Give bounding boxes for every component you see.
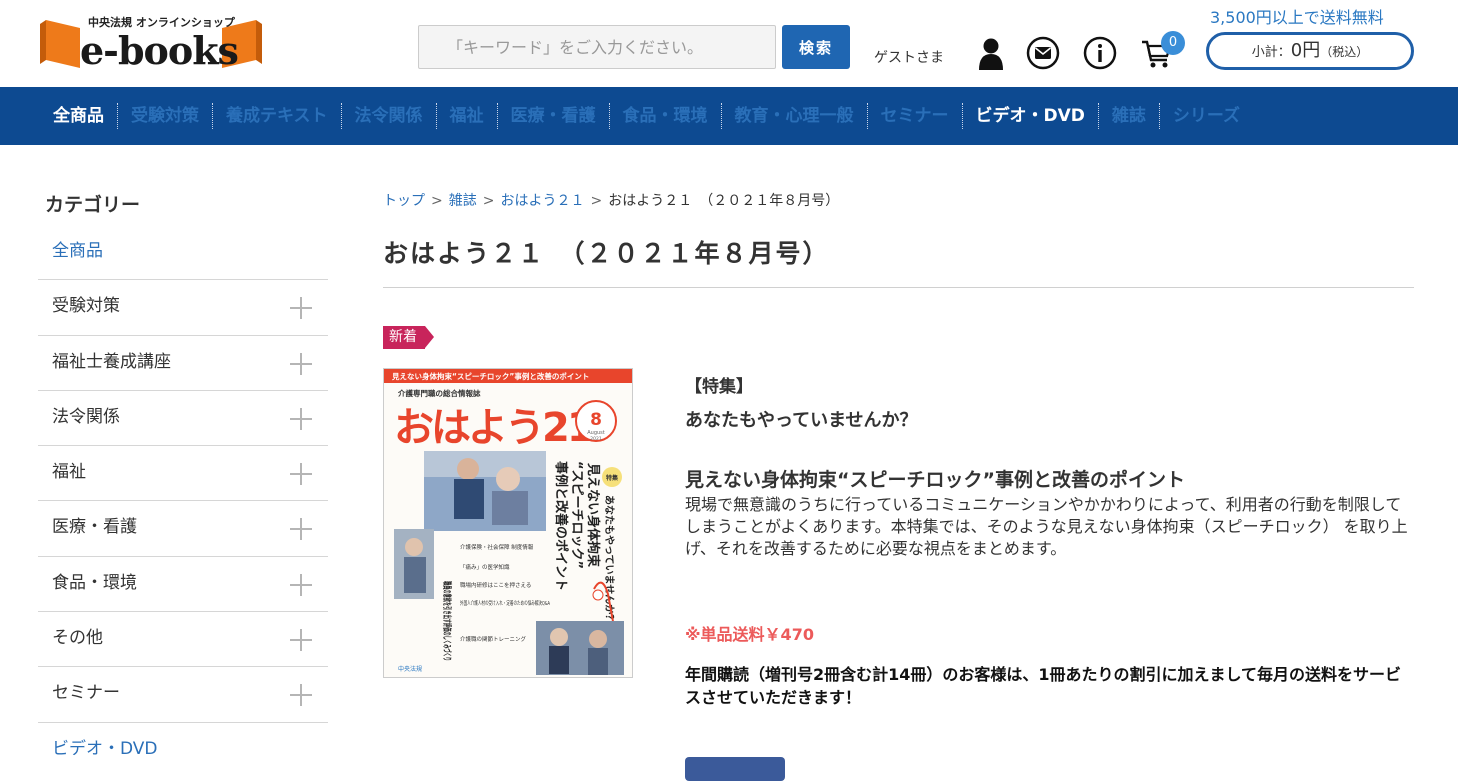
cover-side-text-3: 「痛み」の医学知識	[460, 563, 510, 571]
new-badge-label: 新着	[383, 326, 425, 349]
category-label: 福祉士養成講座	[52, 351, 171, 372]
cover-headline-1: 見えない身体拘束	[585, 462, 601, 568]
share-button[interactable]	[685, 757, 785, 781]
cover-title: おはよう21	[394, 405, 593, 451]
category-list: 全商品 受験対策 福祉士養成講座 法令関係 福祉 医療・看護 食品・環境 その他…	[38, 225, 328, 778]
cover-top-banner: 見えない身体拘束“スピーチロック”事例と改善のポイント	[391, 371, 589, 381]
nav-item-welfare[interactable]: 福祉	[435, 103, 497, 129]
main-nav: 全商品 受験対策 養成テキスト 法令関係 福祉 医療・看護 食品・環境 教育・心…	[0, 87, 1458, 145]
info-icon[interactable]	[1083, 36, 1117, 70]
nav-item-exam[interactable]: 受験対策	[117, 103, 212, 129]
feature-headline: 見えない身体拘束“スピーチロック”事例と改善のポイント	[685, 469, 1185, 491]
category-label: 福祉	[52, 462, 86, 483]
plus-icon[interactable]	[290, 463, 312, 486]
category-label: 食品・環境	[52, 572, 137, 593]
search-button[interactable]: 検索	[782, 25, 850, 69]
mail-icon[interactable]	[1026, 36, 1060, 70]
plus-icon[interactable]	[290, 684, 312, 707]
feature-tag: 【特集】	[685, 377, 753, 397]
cover-headline-3: 事例と改善のポイント	[553, 461, 569, 591]
cover-side-text-5: 外国人介護人材の受け入れ・定着のための悩み解決Q&A	[460, 599, 550, 607]
nav-item-food[interactable]: 食品・環境	[608, 103, 721, 129]
category-label: 法令関係	[52, 406, 120, 427]
user-icon[interactable]	[974, 36, 1008, 70]
category-label: ビデオ・DVD	[52, 738, 158, 759]
category-other[interactable]: その他	[38, 612, 328, 668]
subtotal-amount: 0円	[1290, 40, 1321, 61]
nav-item-all[interactable]: 全商品	[40, 103, 117, 129]
breadcrumb-magazine[interactable]: 雑誌	[449, 193, 477, 209]
free-shipping-notice: 3,500円以上で送料無料	[1210, 8, 1384, 27]
new-badge: 新着	[383, 326, 434, 349]
cover-side-text-2: 介護保険・社会保障 制度情報	[460, 543, 534, 551]
plus-icon[interactable]	[290, 573, 312, 596]
feature-description: 現場で無意識のうちに行っているコミュニケーションやかかわりによって、利用者の行動…	[685, 495, 1408, 558]
category-video[interactable]: ビデオ・DVD	[38, 723, 328, 778]
page-title: おはよう２１ （２０２１年８月号）	[383, 239, 830, 268]
breadcrumb: トップ > 雑誌 > おはよう２１ > おはよう２１ （２０２１年８月号）	[383, 193, 840, 209]
feature-lead: あなたもやっていませんか？	[685, 410, 918, 431]
divider	[383, 287, 1414, 288]
plus-icon[interactable]	[290, 407, 312, 430]
cover-headline-2: “スピーチロック”	[569, 461, 584, 569]
nav-item-seminar[interactable]: セミナー	[866, 103, 962, 129]
nav-item-series[interactable]: シリーズ	[1158, 103, 1253, 129]
category-label: 全商品	[52, 241, 103, 261]
cover-subtitle: 介護専門職の総合情報誌	[397, 388, 481, 398]
category-training[interactable]: 福祉士養成講座	[38, 336, 328, 391]
nav-item-law[interactable]: 法令関係	[340, 103, 436, 129]
breadcrumb-top[interactable]: トップ	[383, 193, 425, 209]
category-all[interactable]: 全商品	[38, 225, 328, 281]
subtotal-tax: （税込）	[1320, 45, 1369, 59]
cover-publisher: 中央法規	[398, 665, 422, 673]
cart-subtotal[interactable]: 小計：0円（税込）	[1206, 32, 1414, 70]
cover-side-text-6: 介護職の関節トレーニング	[460, 635, 527, 643]
book-icon	[40, 20, 80, 68]
cover-side-text-4: 職場内研修はここを押さえる	[460, 581, 531, 589]
category-exam[interactable]: 受験対策	[38, 280, 328, 336]
product-cover-image[interactable]: 見えない身体拘束“スピーチロック”事例と改善のポイント 介護専門職の総合情報誌 …	[383, 368, 633, 678]
category-medical[interactable]: 医療・看護	[38, 501, 328, 557]
cart-count-badge: 0	[1161, 31, 1185, 55]
subtotal-label: 小計：	[1251, 45, 1291, 60]
shipping-fee: ※単品送料￥470	[685, 625, 814, 644]
cover-issue-year: 2021	[590, 436, 602, 442]
cover-issue-number: 8	[590, 410, 602, 430]
nav-item-medical[interactable]: 医療・看護	[496, 103, 609, 129]
category-label: 医療・看護	[52, 517, 137, 538]
breadcrumb-series[interactable]: おはよう２１	[500, 193, 584, 209]
subscription-note: 年間購読（増刊号2冊含む計14冊）のお客様は、1冊あたりの割引に加えまして毎月の…	[685, 665, 1402, 707]
logo-text: e-books	[80, 28, 239, 73]
category-welfare[interactable]: 福祉	[38, 446, 328, 502]
site-logo[interactable]: 中央法規 オンラインショップ e-books	[38, 12, 264, 73]
category-law[interactable]: 法令関係	[38, 391, 328, 447]
breadcrumb-current: おはよう２１ （２０２１年８月号）	[608, 193, 840, 209]
category-label: セミナー	[52, 683, 120, 704]
guest-label: ゲストさま	[874, 50, 944, 66]
nav-item-textbooks[interactable]: 養成テキスト	[212, 103, 341, 129]
nav-item-video[interactable]: ビデオ・DVD	[961, 103, 1098, 129]
plus-icon[interactable]	[290, 518, 312, 541]
sidebar-title: カテゴリー	[45, 194, 141, 216]
search-input[interactable]	[418, 25, 776, 69]
cover-side-text-1: 職員の意欲を引き出す評価のしくみづくり	[441, 581, 453, 661]
category-food[interactable]: 食品・環境	[38, 557, 328, 613]
cover-feature-badge: 特集	[606, 474, 619, 482]
plus-icon[interactable]	[290, 629, 312, 652]
category-label: 受験対策	[52, 296, 120, 317]
category-label: その他	[52, 628, 103, 649]
nav-item-education[interactable]: 教育・心理一般	[720, 103, 867, 129]
category-seminar[interactable]: セミナー	[38, 667, 328, 723]
magazine-cover: 見えない身体拘束“スピーチロック”事例と改善のポイント 介護専門職の総合情報誌 …	[384, 369, 632, 677]
nav-item-magazine[interactable]: 雑誌	[1097, 103, 1159, 129]
cover-issue-month: August	[587, 430, 605, 436]
site-header: 中央法規 オンラインショップ e-books 検索 ゲストさま 0 3,500円…	[0, 0, 1458, 87]
plus-icon[interactable]	[290, 352, 312, 375]
plus-icon[interactable]	[290, 297, 312, 320]
